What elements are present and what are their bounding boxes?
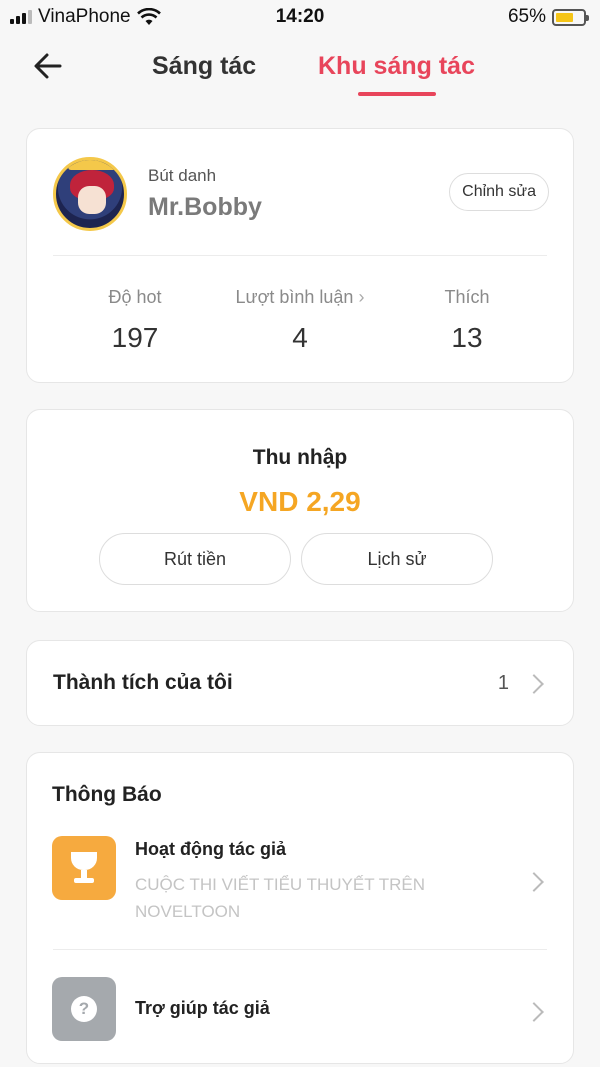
income-title: Thu nhập (252, 446, 348, 469)
help-icon: ? (52, 977, 116, 1041)
chevron-right-icon: › (358, 287, 365, 307)
stat-likes-label: Thích (444, 287, 490, 307)
battery-icon (552, 8, 589, 26)
avatar[interactable] (53, 157, 127, 231)
income-card: Thu nhập VND 2,29 Rút tiền Lịch sử (26, 409, 574, 612)
battery-percent: 65% (507, 6, 546, 27)
status-bar: VinaPhone 14:20 65% (0, 0, 600, 34)
income-amount: VND 2,29 (239, 486, 361, 517)
profile-divider (53, 255, 547, 256)
tab-write[interactable]: Sáng tác (152, 52, 256, 81)
notice-divider (53, 949, 547, 950)
stat-likes: Thích 13 (427, 287, 507, 354)
notice-item-title: Trợ giúp tác giả (135, 998, 270, 1018)
notices-title: Thông Báo (52, 783, 162, 806)
stat-hot-value: 197 (111, 322, 159, 353)
trophy-icon (52, 836, 116, 900)
top-nav: Sáng tác Khu sáng tác (0, 34, 600, 100)
stat-likes-value: 13 (451, 322, 483, 353)
status-right: 65% (507, 6, 589, 28)
chevron-right-icon (524, 674, 544, 694)
stat-hot-label: Độ hot (108, 287, 162, 307)
stat-hot: Độ hot 197 (87, 287, 183, 354)
pen-name-label: Bút danh (148, 166, 217, 185)
withdraw-button[interactable]: Rút tiền (99, 533, 291, 585)
tab-creative-zone[interactable]: Khu sáng tác (318, 52, 475, 81)
back-arrow-icon[interactable] (30, 48, 66, 84)
stat-comments[interactable]: Lượt bình luận › 4 (221, 287, 379, 354)
stat-comments-label: Lượt bình luận (235, 287, 354, 307)
achievements-count: 1 (497, 672, 509, 694)
history-button[interactable]: Lịch sử (301, 533, 493, 585)
pen-name: Mr.Bobby (148, 193, 262, 221)
stat-comments-value: 4 (292, 322, 308, 353)
achievements-row[interactable]: Thành tích của tôi 1 (26, 640, 574, 726)
active-tab-indicator (358, 92, 436, 96)
notice-item-author-help[interactable]: ? Trợ giúp tác giả (27, 971, 573, 1061)
notice-item-author-activity[interactable]: Hoạt động tác giả CUỘC THI VIẾT TIỂU THU… (27, 833, 573, 949)
notice-item-subtitle: CUỘC THI VIẾT TIỂU THUYẾT TRÊN NOVELTOON (135, 875, 425, 921)
notices-card: Thông Báo Hoạt động tác giả CUỘC THI VIẾ… (26, 752, 574, 1064)
edit-profile-button[interactable]: Chỉnh sửa (449, 173, 549, 211)
notice-item-title: Hoạt động tác giả (135, 839, 287, 859)
achievements-label: Thành tích của tôi (53, 671, 233, 694)
chevron-right-icon (524, 1002, 544, 1022)
profile-card: Bút danh Mr.Bobby Chỉnh sửa Độ hot 197 L… (26, 128, 574, 383)
chevron-right-icon (524, 872, 544, 892)
